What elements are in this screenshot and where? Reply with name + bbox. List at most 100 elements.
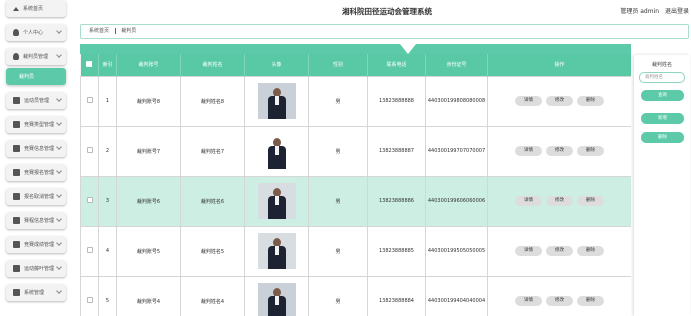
user-icon bbox=[13, 29, 19, 36]
referee-table: 索引 裁判账号 裁判姓名 头像 性别 联系电话 身份证号 操作 1 裁判账号8 … bbox=[80, 54, 631, 316]
detail-button[interactable]: 详情 bbox=[515, 146, 542, 156]
delete-button[interactable]: 删除 bbox=[577, 246, 604, 256]
grid-icon bbox=[13, 169, 20, 176]
cell-index: 2 bbox=[98, 125, 117, 177]
sidebar-item-results[interactable]: 竞赛成绩管理 bbox=[6, 236, 66, 253]
search-label: 裁判姓名 bbox=[651, 62, 672, 68]
breadcrumb-current: 裁判员 bbox=[121, 28, 137, 34]
row-checkbox[interactable] bbox=[86, 247, 93, 253]
breadcrumb-home[interactable]: 系统首页 bbox=[89, 28, 109, 34]
edit-button[interactable]: 修改 bbox=[546, 96, 573, 106]
col-header-gender[interactable]: 性别 bbox=[308, 54, 368, 76]
sidebar-item-system[interactable]: 系统管理 bbox=[6, 284, 66, 301]
detail-button[interactable]: 详情 bbox=[515, 296, 542, 306]
table-row[interactable]: 1 裁判账号8 裁判姓名8 男 13823888888 440300199808… bbox=[80, 75, 631, 127]
col-header-phone[interactable]: 联系电话 bbox=[367, 54, 426, 76]
sidebar: 系统首页 个人中心 裁判员管理 裁判员 运动员管理 竞赛类型管理 竞赛信息管理 bbox=[0, 0, 72, 316]
cell-account: 裁判账号6 bbox=[116, 175, 181, 227]
chevron-down-icon bbox=[56, 144, 62, 150]
search-input[interactable]: 裁判姓名 bbox=[639, 72, 685, 83]
row-checkbox[interactable] bbox=[86, 147, 93, 153]
cell-index: 3 bbox=[98, 175, 117, 227]
top-header: 湘科院田径运动会管理系统 管理员 admin 退出登录 bbox=[72, 0, 691, 22]
delete-button[interactable]: 删除 bbox=[577, 146, 604, 156]
sidebar-item-competition-type[interactable]: 竞赛类型管理 bbox=[6, 116, 66, 133]
sidebar-item-label: 系统管理 bbox=[24, 290, 45, 296]
batch-delete-button[interactable]: 删除 bbox=[641, 132, 684, 143]
user-icon bbox=[13, 53, 19, 60]
cell-account: 裁判账号8 bbox=[116, 75, 181, 127]
sidebar-item-label: 报名取消管理 bbox=[24, 194, 55, 200]
sidebar-item-label: 竞赛信息管理 bbox=[24, 146, 55, 152]
cell-gender: 男 bbox=[308, 225, 368, 277]
cell-index: 4 bbox=[98, 225, 117, 277]
cell-phone: 13823888886 bbox=[367, 175, 426, 227]
row-checkbox[interactable] bbox=[86, 197, 93, 203]
main-content: 索引 裁判账号 裁判姓名 头像 性别 联系电话 身份证号 操作 1 裁判账号8 … bbox=[80, 44, 631, 316]
chevron-down-icon bbox=[56, 192, 62, 198]
detail-button[interactable]: 详情 bbox=[515, 246, 542, 256]
delete-button[interactable]: 删除 bbox=[577, 296, 604, 306]
cell-idcard: 440300199606060006 bbox=[425, 175, 488, 227]
edit-button[interactable]: 修改 bbox=[546, 296, 573, 306]
sidebar-item-equipment[interactable]: 运动藤叶管理 bbox=[6, 260, 66, 277]
sidebar-item-label: 裁判员 bbox=[19, 74, 35, 80]
col-header-avatar[interactable]: 头像 bbox=[244, 54, 309, 76]
cell-idcard: 440300199808080008 bbox=[425, 75, 488, 127]
col-header-idcard[interactable]: 身份证号 bbox=[425, 54, 488, 76]
query-button[interactable]: 查询 bbox=[641, 90, 684, 101]
cell-name: 裁判姓名6 bbox=[180, 175, 245, 227]
edit-button[interactable]: 修改 bbox=[546, 196, 573, 206]
sidebar-item-athlete-mgmt[interactable]: 运动员管理 bbox=[6, 92, 66, 109]
sidebar-item-label: 裁判员管理 bbox=[23, 54, 49, 60]
cell-gender: 男 bbox=[308, 175, 368, 227]
cell-idcard: 440300199707070007 bbox=[425, 125, 488, 177]
edit-button[interactable]: 修改 bbox=[546, 246, 573, 256]
row-checkbox[interactable] bbox=[86, 297, 93, 303]
breadcrumb-separator bbox=[114, 27, 116, 34]
chevron-down-icon bbox=[56, 168, 62, 174]
sidebar-item-referee[interactable]: 裁判员 bbox=[6, 68, 66, 85]
detail-button[interactable]: 详情 bbox=[515, 196, 542, 206]
detail-button[interactable]: 详情 bbox=[515, 96, 542, 106]
table-row[interactable]: 2 裁判账号7 裁判姓名7 男 13823888887 440300199707… bbox=[80, 125, 631, 177]
grid-icon bbox=[13, 145, 20, 152]
grid-icon bbox=[13, 217, 20, 224]
chevron-down-icon bbox=[56, 288, 62, 294]
avatar bbox=[257, 183, 296, 219]
sidebar-item-schedule[interactable]: 赛程信息管理 bbox=[6, 212, 66, 229]
search-panel: 裁判姓名 裁判姓名 查询 新增 删除 bbox=[634, 55, 690, 316]
table-row[interactable]: 4 裁判账号5 裁判姓名5 男 13823888885 440300199505… bbox=[80, 225, 631, 277]
cell-name: 裁判姓名5 bbox=[180, 225, 245, 277]
cell-gender: 男 bbox=[308, 125, 368, 177]
edit-button[interactable]: 修改 bbox=[546, 146, 573, 156]
delete-button[interactable]: 删除 bbox=[577, 96, 604, 106]
cell-phone: 13823888885 bbox=[367, 225, 426, 277]
chevron-down-icon bbox=[56, 264, 62, 270]
col-header-account[interactable]: 裁判账号 bbox=[116, 54, 181, 76]
sidebar-item-profile[interactable]: 个人中心 bbox=[6, 24, 66, 41]
sidebar-item-registration[interactable]: 竞赛报名管理 bbox=[6, 164, 66, 181]
sidebar-item-label: 个人中心 bbox=[23, 30, 44, 36]
select-all-cell[interactable] bbox=[80, 54, 99, 76]
page-title: 湘科院田径运动会管理系统 bbox=[342, 7, 432, 16]
delete-button[interactable]: 删除 bbox=[577, 196, 604, 206]
table-row-selected[interactable]: 3 裁判账号6 裁判姓名6 男 13823888886 440300199606… bbox=[80, 175, 631, 227]
sidebar-item-referee-mgmt[interactable]: 裁判员管理 bbox=[6, 48, 66, 65]
avatar bbox=[257, 283, 296, 316]
col-header-name[interactable]: 裁判姓名 bbox=[180, 54, 245, 76]
app-root: 系统首页 个人中心 裁判员管理 裁判员 运动员管理 竞赛类型管理 竞赛信息管理 bbox=[0, 0, 691, 316]
sidebar-item-home[interactable]: 系统首页 bbox=[6, 0, 66, 17]
logout-link[interactable]: 退出登录 bbox=[665, 8, 689, 15]
current-user: 管理员 admin bbox=[620, 8, 660, 15]
cell-account: 裁判账号4 bbox=[116, 275, 181, 316]
row-checkbox[interactable] bbox=[86, 97, 93, 103]
sidebar-item-competition-info[interactable]: 竞赛信息管理 bbox=[6, 140, 66, 157]
add-button[interactable]: 新增 bbox=[641, 113, 684, 124]
cell-phone: 13823888888 bbox=[367, 75, 426, 127]
cell-account: 裁判账号5 bbox=[116, 225, 181, 277]
cell-gender: 男 bbox=[308, 275, 368, 316]
sidebar-item-registration-cancel[interactable]: 报名取消管理 bbox=[6, 188, 66, 205]
table-row[interactable]: 5 裁判账号4 裁判姓名4 男 13823888884 440300199404… bbox=[80, 275, 631, 316]
select-all-checkbox[interactable] bbox=[86, 60, 93, 67]
